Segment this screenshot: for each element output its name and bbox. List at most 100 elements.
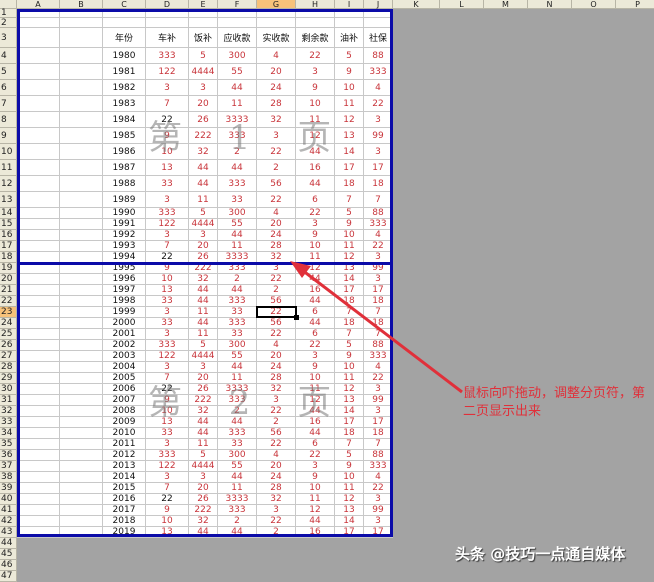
cell[interactable] [60, 296, 103, 307]
year-cell[interactable]: 2001 [103, 329, 146, 340]
value-cell[interactable]: 9 [335, 461, 364, 472]
value-cell[interactable]: 20 [189, 241, 218, 252]
value-cell[interactable]: 122 [146, 219, 189, 230]
value-cell[interactable]: 88 [364, 48, 393, 64]
value-cell[interactable]: 4444 [189, 64, 218, 80]
header-cell[interactable]: 饭补 [189, 28, 218, 48]
value-cell[interactable]: 3 [296, 64, 335, 80]
cell[interactable] [60, 241, 103, 252]
header-cell[interactable]: 社保 [364, 28, 393, 48]
row-header-11[interactable]: 11 [0, 160, 17, 176]
value-cell[interactable]: 9 [296, 362, 335, 373]
value-cell[interactable]: 333 [218, 505, 257, 516]
value-cell[interactable]: 5 [335, 450, 364, 461]
value-cell[interactable]: 3 [146, 80, 189, 96]
value-cell[interactable]: 300 [218, 450, 257, 461]
value-cell[interactable]: 44 [189, 428, 218, 439]
value-cell[interactable]: 10 [146, 516, 189, 527]
value-cell[interactable]: 32 [189, 144, 218, 160]
value-cell[interactable]: 18 [335, 318, 364, 329]
cell[interactable] [60, 96, 103, 112]
year-cell[interactable]: 2019 [103, 527, 146, 538]
cell[interactable] [17, 461, 60, 472]
column-header-P[interactable]: P [616, 0, 654, 9]
cell[interactable] [60, 144, 103, 160]
value-cell[interactable]: 11 [189, 329, 218, 340]
cell[interactable] [17, 384, 60, 395]
value-cell[interactable]: 13 [335, 128, 364, 144]
value-cell[interactable]: 4 [257, 340, 296, 351]
value-cell[interactable]: 2 [218, 516, 257, 527]
cell[interactable] [60, 406, 103, 417]
value-cell[interactable]: 2 [257, 417, 296, 428]
value-cell[interactable]: 44 [296, 296, 335, 307]
cell[interactable] [60, 340, 103, 351]
cell[interactable] [17, 318, 60, 329]
cell[interactable] [17, 176, 60, 192]
value-cell[interactable]: 22 [364, 96, 393, 112]
value-cell[interactable]: 9 [335, 64, 364, 80]
header-cell[interactable]: 车补 [146, 28, 189, 48]
value-cell[interactable]: 17 [364, 417, 393, 428]
value-cell[interactable]: 300 [218, 208, 257, 219]
value-cell[interactable]: 22 [364, 241, 393, 252]
year-cell[interactable]: 2000 [103, 318, 146, 329]
row-header-32[interactable]: 32 [0, 406, 17, 417]
value-cell[interactable]: 3 [146, 307, 189, 318]
value-cell[interactable]: 18 [364, 318, 393, 329]
row-header-45[interactable]: 45 [0, 549, 17, 560]
cell[interactable] [17, 208, 60, 219]
value-cell[interactable]: 22 [296, 450, 335, 461]
value-cell[interactable]: 11 [335, 483, 364, 494]
value-cell[interactable]: 32 [189, 274, 218, 285]
year-cell[interactable]: 1996 [103, 274, 146, 285]
cell[interactable] [218, 9, 257, 18]
value-cell[interactable]: 32 [257, 112, 296, 128]
value-cell[interactable]: 56 [257, 318, 296, 329]
value-cell[interactable]: 2 [257, 527, 296, 538]
value-cell[interactable]: 5 [189, 208, 218, 219]
column-header-L[interactable]: L [440, 0, 484, 9]
value-cell[interactable]: 9 [296, 472, 335, 483]
value-cell[interactable]: 10 [296, 241, 335, 252]
value-cell[interactable]: 5 [189, 450, 218, 461]
value-cell[interactable]: 3 [146, 472, 189, 483]
row-header-39[interactable]: 39 [0, 483, 17, 494]
value-cell[interactable]: 3 [296, 351, 335, 362]
column-header-N[interactable]: N [528, 0, 572, 9]
value-cell[interactable]: 6 [296, 329, 335, 340]
value-cell[interactable]: 11 [218, 483, 257, 494]
value-cell[interactable]: 5 [335, 208, 364, 219]
cell[interactable] [364, 18, 393, 28]
value-cell[interactable]: 333 [218, 318, 257, 329]
cell[interactable] [60, 64, 103, 80]
value-cell[interactable]: 13 [146, 160, 189, 176]
value-cell[interactable]: 20 [189, 483, 218, 494]
value-cell[interactable]: 33 [146, 318, 189, 329]
value-cell[interactable]: 11 [296, 112, 335, 128]
value-cell[interactable]: 3 [364, 144, 393, 160]
cell[interactable] [60, 505, 103, 516]
row-header-5[interactable]: 5 [0, 64, 17, 80]
cell[interactable] [60, 351, 103, 362]
value-cell[interactable]: 222 [189, 128, 218, 144]
year-cell[interactable]: 1992 [103, 230, 146, 241]
value-cell[interactable]: 26 [189, 494, 218, 505]
cell[interactable] [17, 274, 60, 285]
value-cell[interactable]: 5 [189, 48, 218, 64]
row-header-7[interactable]: 7 [0, 96, 17, 112]
column-header-G[interactable]: G [257, 0, 296, 9]
value-cell[interactable]: 7 [335, 329, 364, 340]
value-cell[interactable]: 26 [189, 384, 218, 395]
value-cell[interactable]: 10 [335, 230, 364, 241]
value-cell[interactable]: 99 [364, 505, 393, 516]
value-cell[interactable]: 11 [335, 373, 364, 384]
value-cell[interactable]: 18 [364, 296, 393, 307]
row-header-2[interactable]: 2 [0, 18, 17, 28]
value-cell[interactable]: 9 [146, 505, 189, 516]
value-cell[interactable]: 24 [257, 362, 296, 373]
year-cell[interactable]: 2007 [103, 395, 146, 406]
cell[interactable] [17, 96, 60, 112]
cell[interactable] [17, 296, 60, 307]
value-cell[interactable]: 10 [296, 483, 335, 494]
